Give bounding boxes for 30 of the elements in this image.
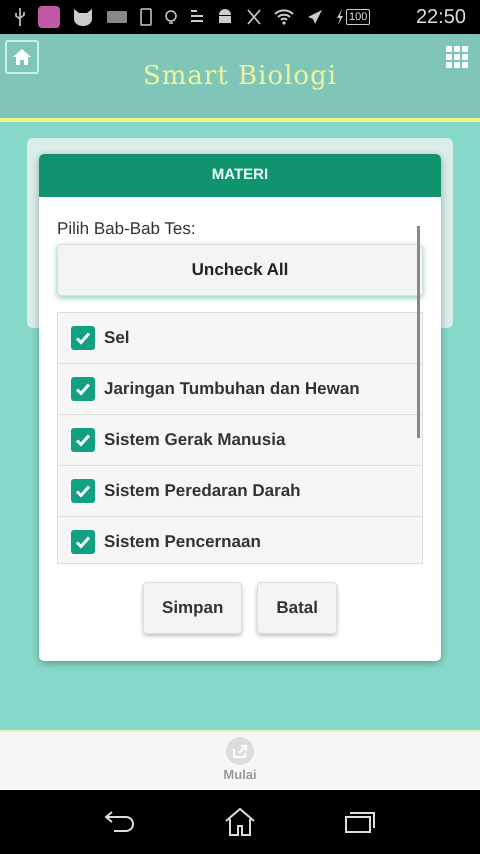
app-title: Smart Biologi: [142, 60, 338, 92]
prompt-label: Pilih Bab-Bab Tes:: [57, 219, 197, 239]
wifi-icon: [274, 8, 294, 26]
uncheck-all-button[interactable]: Uncheck All: [57, 244, 423, 296]
home-icon[interactable]: [224, 807, 256, 837]
checkbox[interactable]: [71, 326, 95, 350]
dialog-button[interactable]: Batal: [257, 582, 337, 634]
dialog-title: MATERI: [212, 165, 268, 186]
clock: 22:50: [416, 5, 466, 30]
battery-indicator: 100: [346, 9, 370, 25]
cat-icon: [72, 7, 94, 27]
tablet-icon: [140, 8, 152, 26]
checkbox[interactable]: [71, 377, 95, 401]
chapter-item[interactable]: Sistem Gerak Manusia: [58, 415, 422, 466]
share-icon: [226, 737, 254, 766]
back-icon[interactable]: [104, 810, 136, 834]
grid-menu-button[interactable]: [446, 46, 468, 68]
chapter-item[interactable]: Sistem Peredaran Darah: [58, 466, 422, 517]
checkbox[interactable]: [71, 428, 95, 452]
charging-icon: [336, 9, 344, 25]
recent-apps-icon[interactable]: [344, 810, 376, 834]
chapter-item[interactable]: Sistem Pencernaan: [58, 517, 422, 563]
usb-icon: [14, 7, 26, 27]
app-icon: [38, 6, 60, 28]
card-icon: [106, 9, 128, 25]
home-icon: [12, 48, 32, 66]
dialog-button[interactable]: Simpan: [143, 582, 242, 634]
home-button[interactable]: [5, 40, 39, 74]
checkbox[interactable]: [71, 479, 95, 503]
checkbox[interactable]: [71, 530, 95, 554]
